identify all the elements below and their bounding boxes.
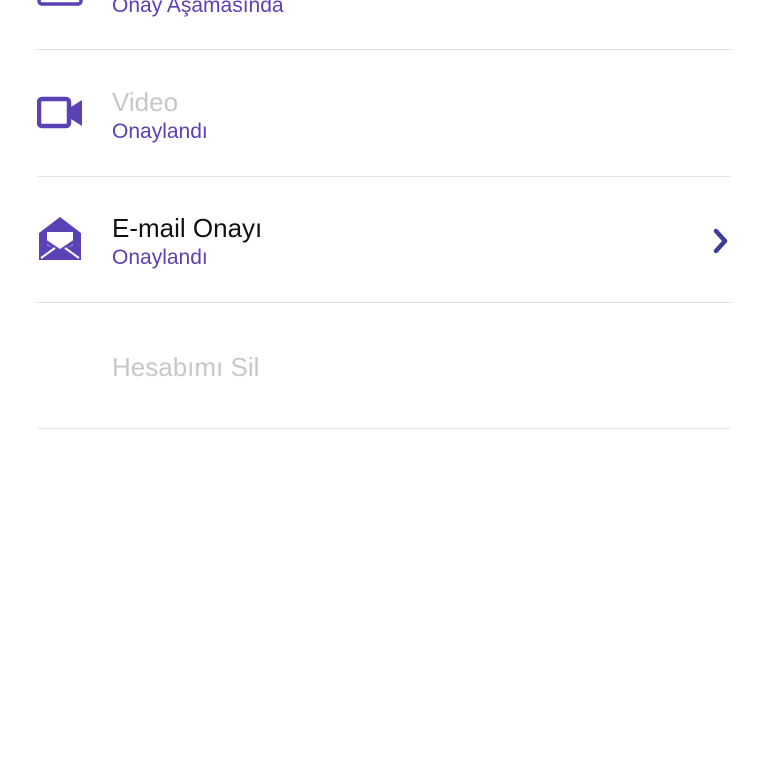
- list-item-title: Video: [112, 87, 179, 117]
- envelope-open-icon: [37, 215, 83, 261]
- list-item-status: Onaylandı: [112, 246, 208, 269]
- list-item-status: Onay Aşamasında: [112, 0, 284, 17]
- id-card-icon: [37, 0, 83, 24]
- list-item-video[interactable]: Video Onaylandı: [37, 50, 731, 177]
- list-item-title: E-mail Onayı: [112, 213, 263, 243]
- settings-list: Onay Aşamasında Video Onaylandı E-mail O…: [0, 0, 768, 768]
- delete-account-label: Hesabımı Sil: [112, 352, 260, 382]
- list-item-document: Onay Aşamasında: [37, 0, 731, 50]
- chevron-right-icon: [711, 227, 731, 255]
- list-item-email-verification[interactable]: E-mail Onayı Onaylandı: [37, 177, 731, 303]
- video-camera-icon: [37, 90, 83, 136]
- list-item-delete-account[interactable]: Hesabımı Sil: [37, 303, 731, 429]
- list-item-status: Onaylandı: [112, 120, 208, 143]
